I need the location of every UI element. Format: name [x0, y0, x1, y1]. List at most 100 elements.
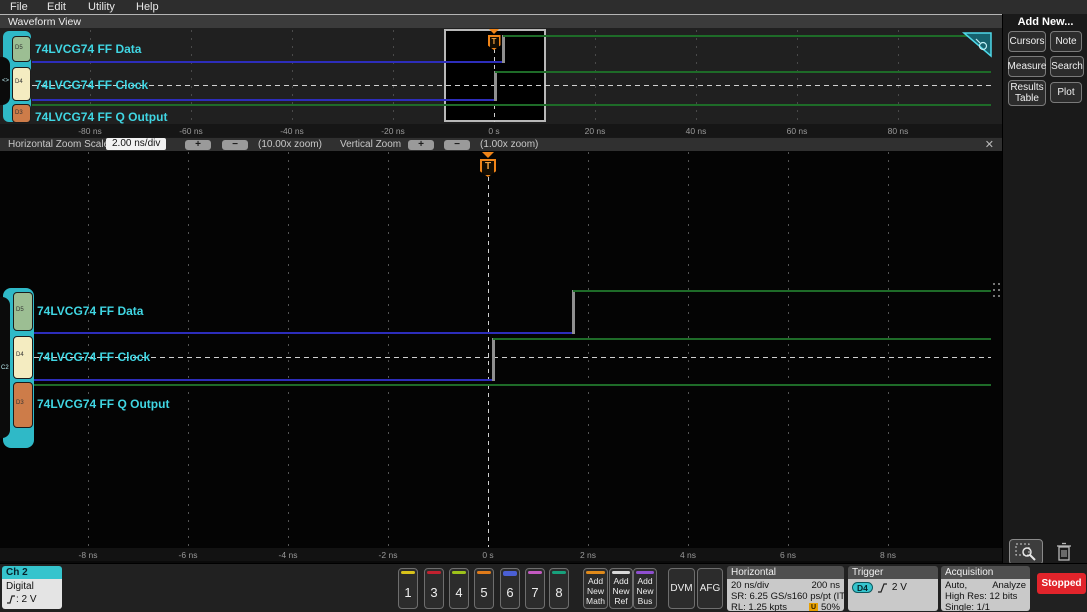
overview-plot: <> D5 D4 D3 74LVCG74 FF Data 74LVCG74 FF… — [0, 28, 1002, 124]
note-button[interactable]: Note — [1050, 31, 1082, 52]
trash-button[interactable] — [1052, 539, 1076, 565]
bit-badge-d3[interactable]: D3 — [12, 104, 31, 123]
acq-single: Single: 1/1 — [945, 602, 990, 611]
channel-button-6[interactable]: 6 — [500, 568, 520, 609]
trace-D4-after — [493, 338, 991, 340]
axis-tick-label: 60 ns — [786, 126, 808, 136]
channel2-badge[interactable]: Ch 2 Digital : 2 V — [2, 566, 62, 609]
channel-button-1[interactable]: 1 — [398, 568, 418, 609]
zoom-tool-button[interactable] — [1009, 539, 1043, 565]
gridline — [898, 30, 899, 122]
add-new-title: Add New... — [1017, 16, 1074, 28]
gridline — [696, 30, 697, 122]
overview-label-clock[interactable]: 74LVCG74 FF Clock — [35, 78, 148, 92]
trace-D5-edge — [502, 35, 505, 63]
afg-button[interactable]: AFG — [697, 568, 723, 609]
acq-mode: Auto, — [945, 580, 968, 591]
zoom-overview-icon[interactable] — [962, 32, 992, 58]
search-button[interactable]: Search — [1050, 56, 1084, 77]
axis-tick-label: -6 ns — [178, 550, 198, 560]
horizontal-badge-title: Horizontal — [727, 566, 844, 579]
menu-edit[interactable]: Edit — [47, 1, 66, 13]
acquisition-badge[interactable]: Acquisition Auto, Analyze High Res: 12 bi… — [941, 566, 1030, 611]
measure-button[interactable]: Measure — [1008, 56, 1046, 77]
acq-analyze: Analyze — [992, 580, 1026, 591]
axis-tick-label: -60 ns — [179, 126, 203, 136]
h-zoom-factor: (10.00x zoom) — [258, 139, 322, 150]
group-handle-glyph: <> — [2, 78, 10, 84]
panel-drag-handle[interactable] — [993, 283, 1001, 299]
trigger-position-arrow-icon[interactable] — [482, 152, 494, 158]
bit-badge-d5[interactable]: D5 — [12, 36, 31, 62]
horizontal-badge[interactable]: Horizontal 20 ns/div 200 ns SR: 6.25 GS/s… — [727, 566, 844, 611]
axis-tick-label: 8 ns — [879, 550, 897, 560]
dvm-button[interactable]: DVM — [668, 568, 695, 609]
gridline — [288, 152, 289, 547]
oscilloscope-app: File Edit Utility Help Waveform View <> … — [0, 0, 1087, 612]
h-zoom-plus-button[interactable]: + — [185, 140, 211, 150]
trace-D3 — [34, 384, 991, 386]
trace-D5-before — [32, 61, 503, 63]
v-zoom-minus-button[interactable]: − — [444, 140, 470, 150]
zoom-tool-icon — [1015, 543, 1036, 561]
v-zoom-plus-button[interactable]: + — [408, 140, 434, 150]
overview-label-qout[interactable]: 74LVCG74 FF Q Output — [35, 110, 167, 124]
menu-utility[interactable]: Utility — [88, 1, 115, 13]
gridline — [191, 30, 192, 122]
trigger-badge-title: Trigger — [848, 566, 938, 579]
group-collapse-handle[interactable]: <> — [0, 57, 10, 105]
channel-button-7[interactable]: 7 — [525, 568, 545, 609]
channel-button-8[interactable]: 8 — [549, 568, 569, 609]
main-label-data[interactable]: 74LVCG74 FF Data — [37, 304, 143, 318]
cursors-button[interactable]: Cursors — [1008, 31, 1046, 52]
v-zoom-label: Vertical Zoom — [340, 139, 402, 150]
axis-tick-label: 20 ns — [584, 126, 606, 136]
trace-D4-edge — [492, 338, 495, 381]
trigger-flag-icon[interactable]: T — [480, 159, 496, 177]
plot-button[interactable]: Plot — [1050, 82, 1082, 103]
trace-D5-edge — [572, 290, 575, 334]
channel-button-3[interactable]: 3 — [424, 568, 444, 609]
axis-tick-label: 6 ns — [779, 550, 797, 560]
axis-tick-label: -40 ns — [280, 126, 304, 136]
h-window: 200 ns — [811, 580, 840, 591]
trace-D5-after — [573, 290, 991, 292]
waveform-view-tab[interactable]: Waveform View — [0, 14, 1002, 28]
bit-badge-d3-main[interactable]: D3 — [13, 382, 33, 428]
main-time-axis: -8 ns -6 ns -4 ns -2 ns 0 s 2 ns 4 ns 6 ns 8 ns — [0, 548, 1002, 561]
gridline — [588, 152, 589, 547]
channel-button-4[interactable]: 4 — [449, 568, 469, 609]
v-zoom-factor: (1.00x zoom) — [480, 139, 539, 150]
results-table-button[interactable]: Results Table — [1008, 80, 1046, 106]
trace-D5-before — [34, 332, 573, 334]
bit-badge-d4-main[interactable]: D4 — [13, 336, 33, 379]
settings-bar: Ch 2 Digital : 2 V 1 3 4 5 6 7 8 Add New… — [0, 563, 1087, 612]
group-collapse-handle-main[interactable]: C2 — [0, 297, 10, 438]
trigger-badge[interactable]: Trigger D4 2 V — [848, 566, 938, 611]
add-new-math-button[interactable]: Add New Math — [583, 568, 608, 609]
channel-button-5[interactable]: 5 — [474, 568, 494, 609]
bit-badge-d4[interactable]: D4 — [12, 67, 31, 101]
main-label-qout[interactable]: 74LVCG74 FF Q Output — [37, 397, 169, 411]
add-new-bus-button[interactable]: Add New Bus — [633, 568, 657, 609]
h-record-length: RL: 1.25 kpts — [731, 602, 787, 611]
bit-badge-d5-main[interactable]: D5 — [13, 292, 33, 331]
channel2-badge-title: Ch 2 — [2, 566, 62, 579]
axis-tick-label: -8 ns — [78, 550, 98, 560]
overview-label-data[interactable]: 74LVCG74 FF Data — [35, 42, 141, 56]
h-zoom-scale-value[interactable]: 2.00 ns/div — [106, 138, 167, 150]
group-handle-label: C2 — [1, 365, 9, 371]
add-new-ref-button[interactable]: Add New Ref — [609, 568, 633, 609]
axis-tick-label: 40 ns — [685, 126, 707, 136]
axis-tick-label: 0 s — [482, 550, 494, 560]
trace-D4-before — [32, 99, 495, 101]
menu-help[interactable]: Help — [136, 1, 159, 13]
close-zoom-icon[interactable]: ✕ — [985, 138, 994, 151]
menu-file[interactable]: File — [10, 1, 28, 13]
trigger-position-arrow-icon[interactable] — [489, 29, 499, 34]
h-zoom-minus-button[interactable]: − — [222, 140, 248, 150]
main-label-clock[interactable]: 74LVCG74 FF Clock — [37, 350, 150, 364]
axis-tick-label: -2 ns — [378, 550, 398, 560]
h-zoom-scale-label: Horizontal Zoom Scale — [8, 139, 110, 150]
run-status-badge[interactable]: Stopped — [1037, 573, 1086, 594]
